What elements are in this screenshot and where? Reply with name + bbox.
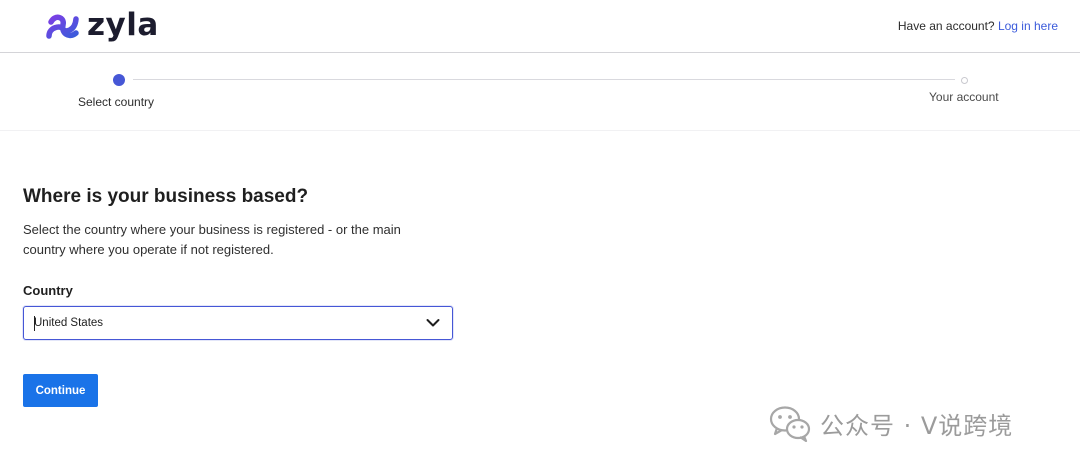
country-select-value: United States xyxy=(34,317,104,329)
account-prompt: Have an account? Log in here xyxy=(898,19,1058,33)
account-prompt-text: Have an account? xyxy=(897,19,995,33)
wechat-icon xyxy=(769,406,811,442)
step-dot-inactive xyxy=(961,77,968,84)
watermark: 公众号 · V说跨境 xyxy=(768,404,1013,442)
brand-name: zyla xyxy=(87,7,159,43)
country-label: Country xyxy=(23,283,73,298)
top-header: zyla Have an account? Log in here xyxy=(0,0,1080,53)
step-label-select-country: Select country xyxy=(78,95,155,109)
page-title: Where is your business based? xyxy=(23,186,309,207)
step-dot-active xyxy=(113,74,125,86)
progress-stepper: Select country Your account xyxy=(0,54,1080,131)
country-select[interactable]: United States xyxy=(23,306,453,340)
step-label-your-account: Your account xyxy=(929,90,999,104)
page-subtitle: Select the country where your business i… xyxy=(23,222,401,257)
zyla-logo-icon xyxy=(46,14,79,39)
stepper-track xyxy=(133,79,955,80)
continue-button[interactable]: Continue xyxy=(23,374,98,407)
login-link[interactable]: Log in here xyxy=(998,19,1058,33)
watermark-text: 公众号 · V说跨境 xyxy=(820,411,1014,440)
brand-logo[interactable]: zyla xyxy=(45,7,159,43)
chevron-down-icon xyxy=(426,319,440,327)
